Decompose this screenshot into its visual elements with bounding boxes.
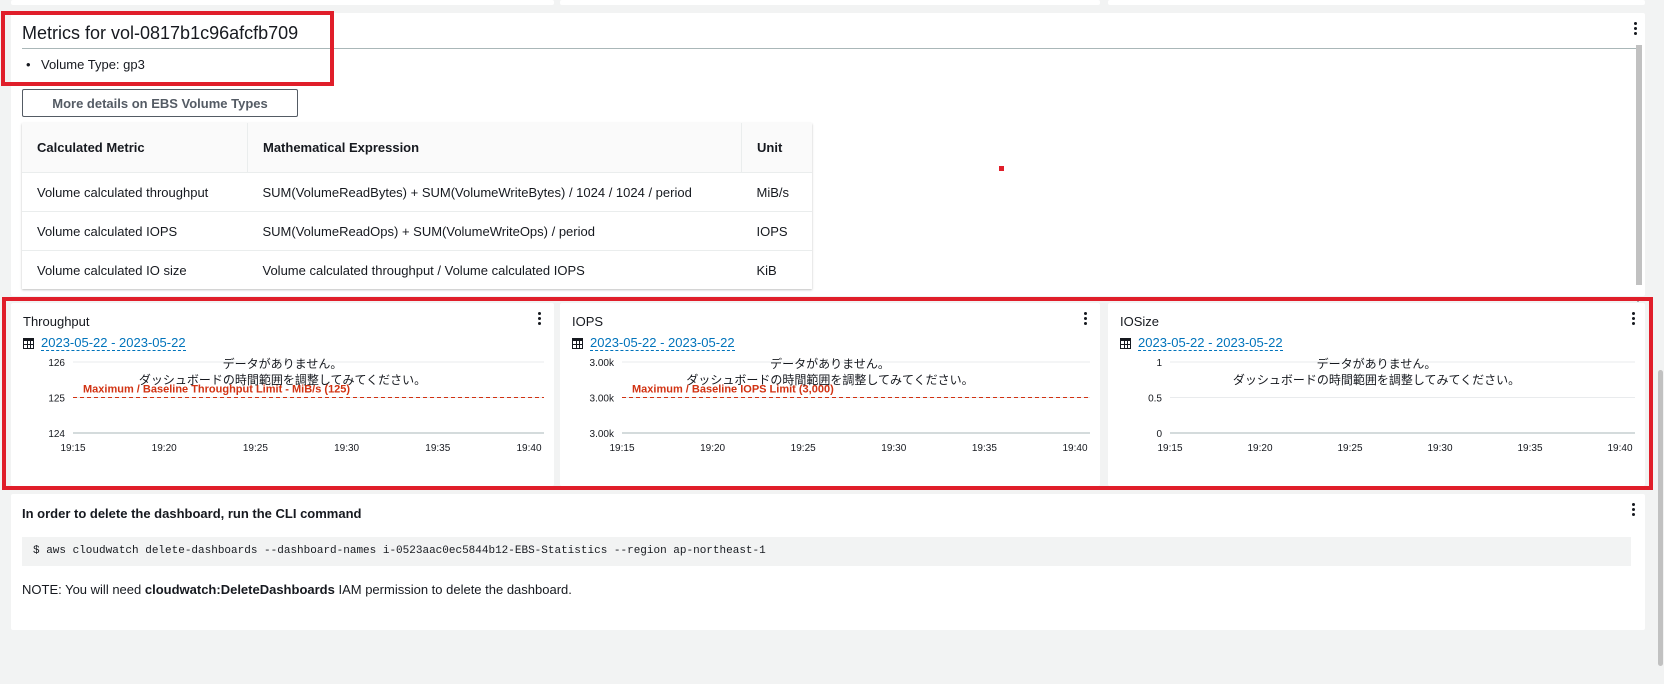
unit-cell: KiB [741,250,812,289]
x-tick-label: 19:15 [1157,443,1182,454]
x-tick-label: 19:35 [1517,443,1542,454]
throughput-chart-widget: Throughput 2023-05-22 - 2023-05-22 126 12… [11,303,554,486]
x-tick-label: 19:15 [609,443,634,454]
x-tick-label: 19:30 [334,443,359,454]
x-tick-label: 19:30 [1427,443,1452,454]
permission-note: NOTE: You will need cloudwatch:DeleteDas… [22,582,572,597]
widget-scrollbar[interactable] [1635,35,1643,310]
note-permission: cloudwatch:DeleteDashboards [144,582,335,597]
metric-name-cell: Volume calculated IO size [22,250,248,289]
chart-plot: 10.5019:15 19:20 19:25 19:30 19:35 19:40 [1148,358,1635,454]
cli-heading: In order to delete the dashboard, run th… [22,506,362,521]
chart-plot: 12612512419:15 19:20 19:25 19:30 19:35 19:40M… [48,358,544,454]
chart-plot: 3.00k3.00k3.00k19:15 19:20 19:25 19:30 19:35… [590,358,1090,454]
note-prefix: NOTE: You will need [22,582,145,597]
table-header-row: Calculated Metric Mathematical Expressio… [22,123,812,173]
y-tick-label: 0.5 [1148,394,1162,405]
table-row: Volume calculated throughput SUM(VolumeR… [22,172,812,212]
table-row: Volume calculated IOPS SUM(VolumeReadOps… [22,211,812,251]
page-scrollbar-thumb[interactable] [1658,370,1663,666]
x-tick-label: 19:20 [152,443,177,454]
unit-cell: MiB/s [741,172,812,212]
metric-name-cell: Volume calculated throughput [22,172,248,212]
metrics-text-widget: Metrics for vol-0817b1c96afcfb709 Volume… [11,13,1645,302]
y-tick-label: 124 [48,429,65,440]
volume-info-list: Volume Type: gp3 [26,57,145,72]
top-widget-left-edge [11,0,554,5]
x-tick-label: 19:25 [243,443,268,454]
x-tick-label: 19:35 [425,443,450,454]
iops-chart-widget: IOPS 2023-05-22 - 2023-05-22 3.00k 3.00k 3… [560,303,1100,486]
x-tick-label: 19:30 [881,443,906,454]
no-data-message: データがありません。 [222,357,343,371]
x-tick-label: 19:15 [60,443,85,454]
no-data-hint: ダッシュボードの時間範囲を調整してみてください。 [686,373,974,387]
x-tick-label: 19:35 [972,443,997,454]
calculated-metrics-table: Calculated Metric Mathematical Expressio… [22,123,812,289]
note-suffix: IAM permission to delete the dashboard. [334,582,572,597]
title-divider [22,48,1636,49]
widget-actions-icon[interactable] [1632,22,1638,35]
unit-cell: IOPS [741,211,812,251]
cli-text-widget: In order to delete the dashboard, run th… [11,494,1645,630]
no-data-hint: ダッシュボードの時間範囲を調整してみてください。 [1232,373,1521,387]
x-tick-label: 19:20 [700,443,725,454]
y-tick-label: 0 [1156,429,1162,440]
ebs-volume-types-button[interactable]: More details on EBS Volume Types [22,89,298,117]
column-header: Calculated Metric [22,123,248,173]
cli-command: $ aws cloudwatch delete-dashboards --das… [22,537,1631,566]
volume-type-item: Volume Type: gp3 [26,57,145,72]
expression-cell: SUM(VolumeReadOps) + SUM(VolumeWriteOps)… [247,211,742,251]
no-data-message: データがありません。 [770,357,890,371]
expression-cell: Volume calculated throughput / Volume ca… [247,250,742,289]
top-widget-middle-edge [560,0,1100,5]
iosize-chart-widget: IOSize 2023-05-22 - 2023-05-22 1 0.5 0 19:1… [1108,303,1645,486]
x-tick-label: 19:40 [1062,443,1087,454]
page-scrollbar[interactable] [1657,0,1664,684]
metric-name-cell: Volume calculated IOPS [22,211,248,251]
y-tick-label: 125 [48,394,65,405]
expression-cell: SUM(VolumeReadBytes) + SUM(VolumeWriteBy… [247,172,742,212]
top-widget-right-edge [1108,0,1645,5]
marker-dot [999,166,1004,171]
y-tick-label: 3.00k [590,394,615,405]
x-tick-label: 19:25 [791,443,816,454]
column-header: Unit [741,123,812,173]
metrics-title: Metrics for vol-0817b1c96afcfb709 [22,23,299,43]
scroll-down-arrow-icon[interactable] [1635,298,1641,302]
x-tick-label: 19:25 [1337,443,1362,454]
table-row: Volume calculated IO size Volume calcula… [22,250,812,289]
no-data-hint: ダッシュボードの時間範囲を調整してみてください。 [138,373,427,387]
scrollbar-thumb[interactable] [1636,45,1642,285]
x-tick-label: 19:20 [1247,443,1272,454]
no-data-message: データがありません。 [1316,357,1437,371]
x-tick-label: 19:40 [1607,443,1632,454]
y-tick-label: 3.00k [590,429,615,440]
x-tick-label: 19:40 [516,443,541,454]
widget-actions-icon[interactable] [1630,503,1636,516]
column-header: Mathematical Expression [247,123,742,173]
